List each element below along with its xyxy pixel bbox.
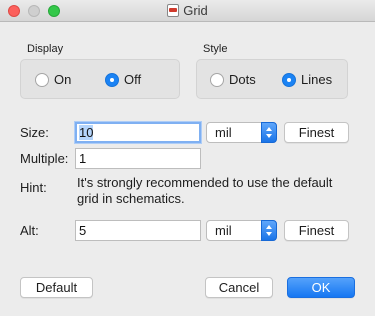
radio-checked-icon [105,72,119,87]
chevron-updown-icon [261,220,277,241]
radio-unchecked-icon [35,72,49,87]
alt-label: Alt: [20,223,39,238]
hint-text: It's strongly recommended to use the def… [77,175,333,206]
window-title-wrap: Grid [0,3,375,18]
display-off-radio[interactable]: Off [105,72,141,87]
alt-unit-select[interactable]: mil [206,220,277,241]
grid-dialog: Grid Display On Off Style Dots Lines Siz… [0,0,375,316]
size-finest-button[interactable]: Finest [284,122,349,143]
size-label: Size: [20,125,49,140]
radio-unchecked-icon [210,72,224,87]
ok-button[interactable]: OK [287,277,355,298]
alt-finest-button[interactable]: Finest [284,220,349,241]
multiple-input[interactable]: 1 [75,148,201,169]
style-group-label: Style [203,43,228,55]
default-button[interactable]: Default [20,277,93,298]
style-dots-label: Dots [229,72,256,87]
size-input[interactable]: 10 [75,122,201,143]
chevron-updown-icon [261,122,277,143]
style-lines-label: Lines [301,72,333,87]
document-icon [167,4,180,17]
radio-checked-icon [282,72,296,87]
size-unit-select[interactable]: mil [206,122,277,143]
display-group-label: Display [27,43,64,55]
multiple-value: 1 [79,151,87,166]
size-value: 10 [79,125,94,140]
alt-input[interactable]: 5 [75,220,201,241]
hint-label: Hint: [20,180,47,195]
style-dots-radio[interactable]: Dots [210,72,256,87]
cancel-button[interactable]: Cancel [205,277,273,298]
alt-value: 5 [79,223,87,238]
title-bar: Grid [0,0,375,22]
display-off-label: Off [124,72,142,87]
size-unit-value: mil [215,125,232,140]
display-on-radio[interactable]: On [35,72,71,87]
window-title: Grid [183,3,208,18]
style-lines-radio[interactable]: Lines [282,72,332,87]
multiple-label: Multiple: [20,151,69,166]
alt-unit-value: mil [215,223,232,238]
display-on-label: On [54,72,72,87]
